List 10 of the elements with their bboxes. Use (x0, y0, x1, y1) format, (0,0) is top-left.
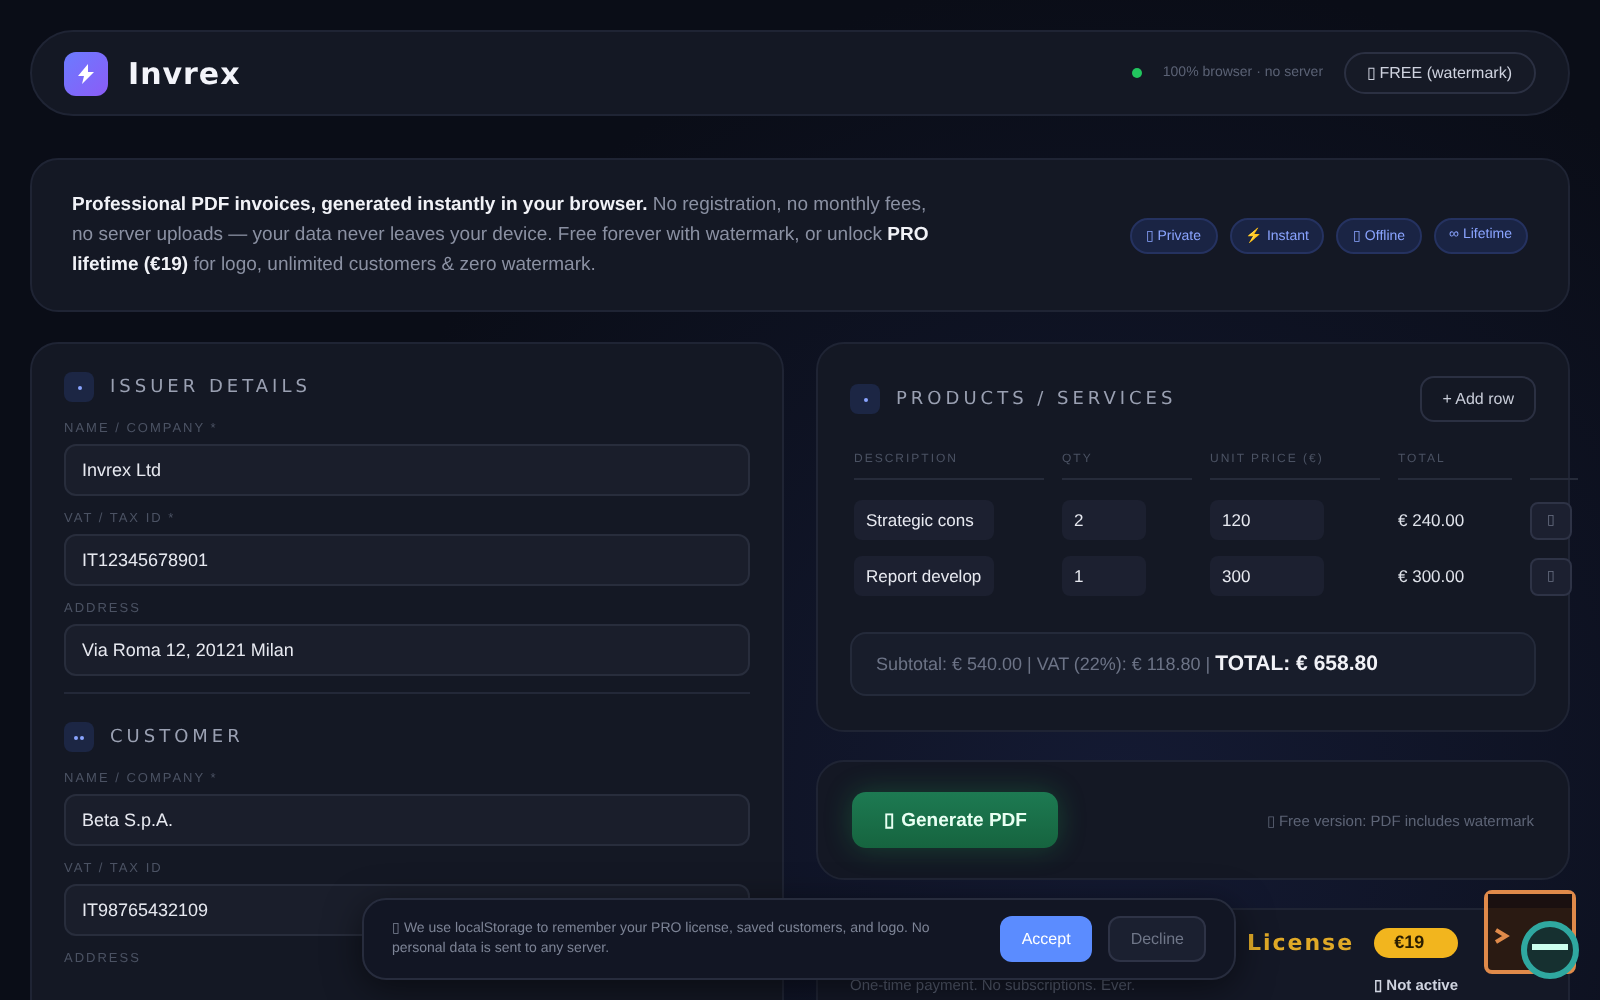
section-title: CUSTOMER (110, 727, 244, 747)
section-title: ISSUER DETAILS (110, 377, 311, 397)
price-badge: €19 (1374, 928, 1458, 958)
line-total: € 240.00 (1398, 510, 1467, 530)
license-title: License (1246, 930, 1355, 956)
totals-summary: Subtotal: € 540.00 | VAT (22%): € 118.80 | TOTAL: € 658.80 (850, 632, 1536, 696)
logo-text: Invrex (128, 55, 241, 91)
section-title: PRODUCTS / SERVICES (896, 389, 1177, 409)
intro-text: Professional PDF invoices, generated instantly in your browser. No registration, no monthly fees, no server uploads — your data never leaves your device. Free forever with watermark, or unlock PRO lifetime (€19) for logo, unlimited customers & zero watermark. (72, 192, 931, 280)
line-total: € 300.00 (1398, 566, 1467, 586)
